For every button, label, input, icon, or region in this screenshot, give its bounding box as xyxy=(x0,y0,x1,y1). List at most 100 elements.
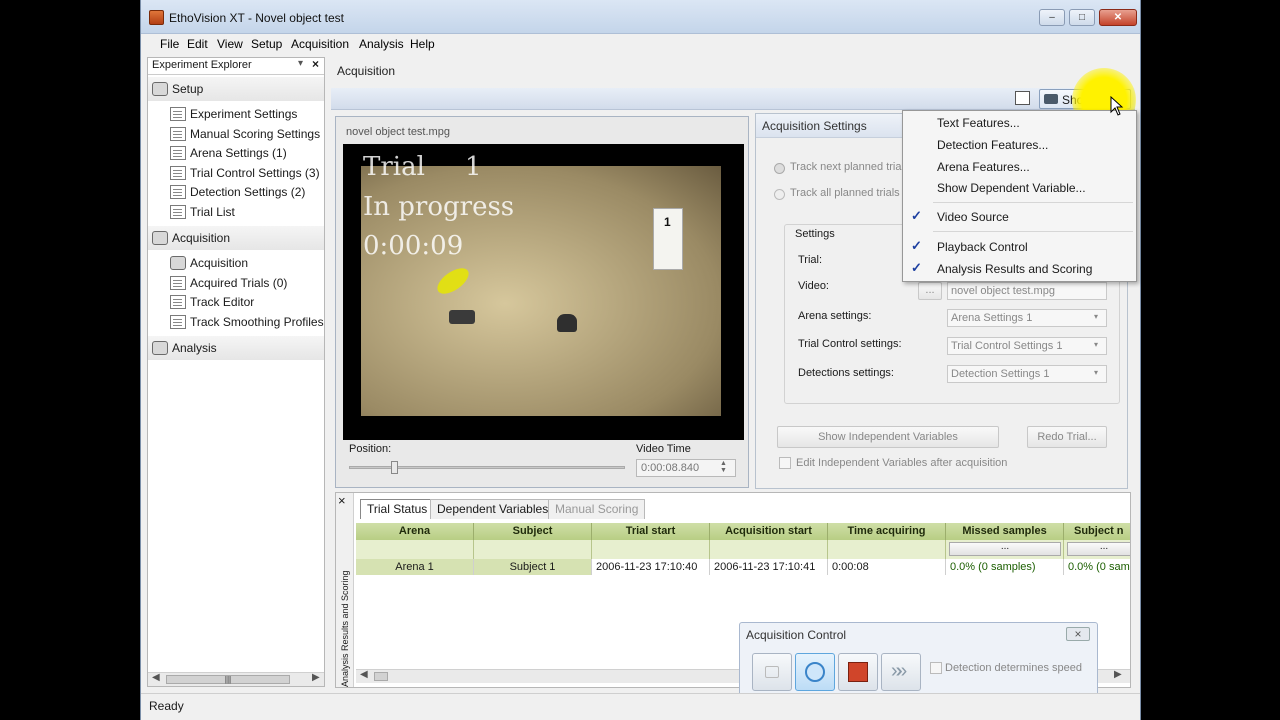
window-icon[interactable] xyxy=(1015,91,1030,105)
edit-independent-variables-checkbox[interactable] xyxy=(779,457,791,469)
arena-settings-select[interactable]: Arena Settings 1 ▾ xyxy=(947,309,1107,327)
skip-button[interactable]: »» xyxy=(881,653,921,691)
overlay-status: In progress xyxy=(363,192,515,222)
scroll-left-icon[interactable]: ◀ xyxy=(152,672,160,683)
filter-cell xyxy=(710,540,828,559)
section-setup-label: Setup xyxy=(172,82,204,96)
sidebar-item-label: Trial Control Settings (3) xyxy=(190,166,320,180)
trial-control-settings-value: Trial Control Settings 1 xyxy=(951,340,1063,352)
video-label: Video: xyxy=(798,280,829,292)
column-header-arena[interactable]: Arena xyxy=(356,523,474,540)
panel-close-icon[interactable]: × xyxy=(338,493,346,508)
scroll-thumb[interactable] xyxy=(374,672,388,681)
video-browse-button[interactable]: ... xyxy=(918,282,942,300)
chevron-down-icon: ▾ xyxy=(1094,340,1099,349)
detection-settings-select[interactable]: Detection Settings 1 ▾ xyxy=(947,365,1107,383)
detection-speed-checkbox[interactable] xyxy=(930,662,942,674)
arena-settings-label: Arena settings: xyxy=(798,310,872,322)
stop-icon xyxy=(848,662,868,682)
table-row[interactable]: Arena 1 Subject 1 2006-11-23 17:10:40 20… xyxy=(356,559,1130,575)
video-view[interactable]: 1 Trial 1 In progress 0:00:09 xyxy=(343,144,744,440)
menu-item-detection-features[interactable]: Detection Features... xyxy=(937,138,1048,152)
overlay-time: 0:00:09 xyxy=(363,231,464,261)
position-slider[interactable] xyxy=(349,461,625,474)
filter-cell xyxy=(474,540,592,559)
radio-next-trial[interactable] xyxy=(774,163,785,174)
chevron-down-icon[interactable]: ▾ xyxy=(298,58,303,69)
filter-button[interactable]: ... xyxy=(1067,542,1130,556)
trial-control-settings-select[interactable]: Trial Control Settings 1 ▾ xyxy=(947,337,1107,355)
analysis-side-label: Analysis Results and Scoring xyxy=(340,570,350,687)
column-header-subject[interactable]: Subject xyxy=(474,523,592,540)
column-header-trial-start[interactable]: Trial start xyxy=(592,523,710,540)
video-time-field[interactable]: 0:00:08.840 ▲ ▼ xyxy=(636,459,736,477)
section-acquisition[interactable]: Acquisition xyxy=(148,226,324,250)
filter-button[interactable]: ... xyxy=(949,542,1061,556)
explorer-close-icon[interactable]: × xyxy=(312,57,319,71)
arena-icon xyxy=(170,146,186,160)
prepare-button[interactable] xyxy=(752,653,792,691)
app-icon xyxy=(149,10,164,25)
menu-item-playback-control[interactable]: Playback Control xyxy=(937,240,1028,254)
position-slider-thumb[interactable] xyxy=(391,461,399,474)
trials-icon xyxy=(170,276,186,290)
window-title: EthoVision XT - Novel object test xyxy=(169,11,344,25)
mouse-pointer-icon xyxy=(1110,96,1124,116)
radio-all-trials[interactable] xyxy=(774,189,785,200)
setup-icon xyxy=(152,82,168,96)
tab-dependent-variables[interactable]: Dependent Variables xyxy=(430,499,556,519)
radio-all-trials-label: Track all planned trials xyxy=(790,187,900,199)
scroll-thumb[interactable]: ||| xyxy=(166,675,290,684)
menu-acquisition[interactable]: Acquisition xyxy=(291,37,349,51)
scroll-left-icon[interactable]: ◀ xyxy=(360,669,368,680)
menu-item-text-features[interactable]: Text Features... xyxy=(937,116,1020,130)
scroll-right-icon[interactable]: ▶ xyxy=(1114,669,1122,680)
section-analysis[interactable]: Analysis xyxy=(148,336,324,360)
sidebar-item-label: Detection Settings (2) xyxy=(190,185,306,199)
cell-arena: Arena 1 xyxy=(356,559,474,575)
redo-trial-button[interactable]: Redo Trial... xyxy=(1027,426,1107,448)
close-button[interactable]: ✕ xyxy=(1099,9,1137,26)
acquisition-control-close-icon[interactable]: × xyxy=(1066,627,1090,641)
menu-item-arena-features[interactable]: Arena Features... xyxy=(937,160,1030,174)
scroll-right-icon[interactable]: ▶ xyxy=(312,672,320,683)
sidebar-item-label: Acquired Trials (0) xyxy=(190,276,288,290)
overlay-trial-number: 1 xyxy=(465,152,482,182)
menu-help[interactable]: Help xyxy=(410,37,435,51)
fast-forward-icon: »» xyxy=(891,660,907,682)
explorer-header: Experiment Explorer ▾ × xyxy=(148,57,324,75)
column-header-missed-samples[interactable]: Missed samples xyxy=(946,523,1064,540)
stop-trial-button[interactable] xyxy=(838,653,878,691)
column-header-time-acquiring[interactable]: Time acquiring xyxy=(828,523,946,540)
menu-file[interactable]: File xyxy=(160,37,179,51)
show-independent-variables-button[interactable]: Show Independent Variables xyxy=(777,426,999,448)
column-header-subject-not-found[interactable]: Subject n xyxy=(1064,523,1130,540)
detection-settings-label: Detections settings: xyxy=(798,367,894,379)
spinner-icon[interactable]: ▲ ▼ xyxy=(720,460,727,474)
breadcrumb-label: Acquisition xyxy=(337,64,396,78)
section-setup[interactable]: Setup xyxy=(148,77,324,101)
maximize-button[interactable]: □ xyxy=(1069,9,1095,26)
menu-setup[interactable]: Setup xyxy=(251,37,282,51)
check-icon: ✓ xyxy=(911,238,922,253)
menu-edit[interactable]: Edit xyxy=(187,37,208,51)
menu-item-analysis-results-and-scoring[interactable]: Analysis Results and Scoring xyxy=(937,262,1092,276)
menu-view[interactable]: View xyxy=(217,37,243,51)
acquisition-icon xyxy=(152,231,168,245)
trial-status-table: Arena Subject Trial start Acquisition st… xyxy=(356,523,1130,575)
minimize-button[interactable]: – xyxy=(1039,9,1065,26)
filter-cell: ... xyxy=(946,540,1064,559)
sidebar-item-label: Acquisition xyxy=(190,256,249,270)
column-header-acquisition-start[interactable]: Acquisition start xyxy=(710,523,828,540)
explorer-scrollbar[interactable]: ◀ ||| ▶ xyxy=(148,672,324,686)
menu-analysis[interactable]: Analysis xyxy=(359,37,404,51)
start-trial-button[interactable] xyxy=(795,653,835,691)
cell-acquisition-start: 2006-11-23 17:10:41 xyxy=(710,559,828,575)
tab-manual-scoring[interactable]: Manual Scoring xyxy=(548,499,646,519)
tab-trial-status[interactable]: Trial Status xyxy=(360,499,435,519)
check-icon: ✓ xyxy=(911,260,922,275)
menu-item-video-source[interactable]: Video Source xyxy=(937,210,1009,224)
video-field[interactable]: novel object test.mpg xyxy=(947,282,1107,300)
menu-item-show-dependent-variable[interactable]: Show Dependent Variable... xyxy=(937,181,1086,195)
video-panel: novel object test.mpg 1 Trial 1 In progr… xyxy=(335,116,749,488)
